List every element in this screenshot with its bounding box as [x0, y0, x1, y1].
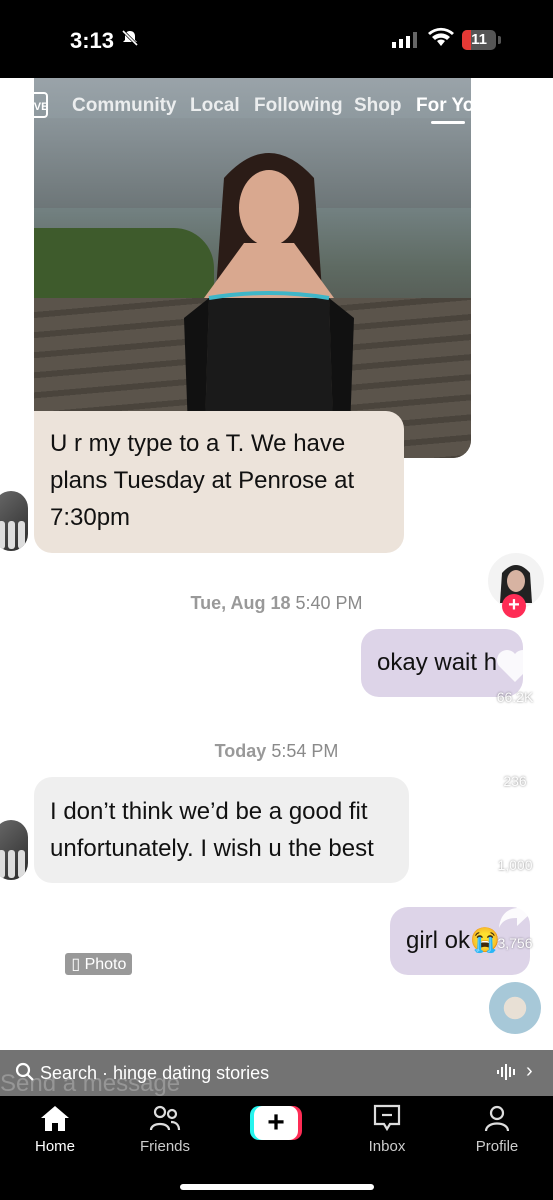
chevron-right-icon[interactable]: › — [526, 1060, 533, 1083]
save-button[interactable]: 1,000 — [485, 816, 545, 873]
woman-figure — [184, 153, 354, 458]
follow-button[interactable]: + — [502, 594, 526, 618]
wifi-icon — [428, 27, 454, 52]
heart-icon — [497, 650, 533, 682]
tab-local[interactable]: Local — [190, 95, 240, 117]
share-button[interactable]: 3,756 — [485, 898, 545, 951]
profile-photo — [34, 78, 471, 458]
message-bubble-received: I don’t think we’d be a good fit unfortu… — [34, 777, 409, 883]
tab-inbox[interactable]: Inbox — [337, 1104, 437, 1155]
comment-count: 236 — [503, 773, 527, 789]
comment-icon — [496, 733, 534, 770]
timestamp-time: 5:40 PM — [295, 593, 363, 613]
sender-avatar — [0, 491, 28, 551]
message-bubble-received: U r my type to a T. We have plans Tuesda… — [34, 411, 404, 553]
music-row[interactable]: ♫ Contains: Love Me Like... — [16, 1020, 225, 1040]
search-suggestion-text: Search · hinge dating stories — [40, 1063, 270, 1083]
tab-shop[interactable]: Shop — [354, 95, 402, 117]
status-time: 3:13 — [70, 28, 115, 53]
timestamp: Today 5:54 PM — [0, 741, 553, 762]
timestamp-time: 5:54 PM — [271, 741, 339, 761]
search-icon[interactable] — [505, 94, 531, 125]
post-caption: jules ▯ Photo ugh i miss him. #dating #hi… — [16, 953, 476, 1039]
music-note-icon: ♫ — [16, 1020, 34, 1039]
sound-wave-icon — [496, 1062, 520, 1087]
battery-tip — [498, 36, 501, 44]
active-tab-indicator — [431, 121, 465, 124]
timestamp-day: Tue, Aug 18 — [190, 593, 291, 613]
creator-username[interactable]: jules — [16, 955, 59, 976]
bookmark-icon — [502, 816, 528, 853]
save-count: 1,000 — [497, 857, 533, 873]
home-indicator — [180, 1184, 374, 1190]
timestamp: Tue, Aug 18 5:40 PM — [0, 593, 553, 614]
profile-icon — [484, 1105, 510, 1132]
share-arrow-icon — [499, 900, 531, 928]
tab-profile-label: Profile — [475, 1138, 519, 1155]
inbox-icon — [373, 1104, 401, 1132]
sound-disc[interactable] — [489, 982, 541, 1034]
like-count: 66.2K — [496, 689, 534, 705]
tab-friends-label: Friends — [139, 1138, 191, 1155]
share-count: 3,756 — [497, 935, 533, 951]
photo-tag: ▯ Photo — [65, 953, 133, 975]
home-icon — [41, 1106, 69, 1131]
post-image[interactable]: U r my type to a T. We have plans Tuesda… — [0, 78, 553, 1096]
sender-avatar — [0, 820, 28, 880]
caption-text[interactable]: ugh i miss him. #dating #hinge #soulmate — [16, 987, 347, 1008]
timestamp-day: Today — [214, 741, 267, 761]
create-button[interactable]: + — [250, 1106, 302, 1140]
bottom-tab-bar: Home Friends + Inbox Profile — [0, 1096, 553, 1200]
search-suggestion-bar[interactable]: Send a message Search · hinge dating sto… — [0, 1050, 553, 1097]
live-icon[interactable]: LIVE — [22, 92, 48, 118]
music-title: Contains: Love Me Like... — [33, 1020, 226, 1039]
status-bar: 3:13 11 — [0, 0, 553, 78]
tab-profile[interactable]: Profile — [447, 1104, 547, 1155]
photo-tag-icon: ▯ — [71, 956, 85, 973]
tab-following[interactable]: Following — [254, 95, 343, 117]
photo-tag-label: Photo — [84, 956, 127, 973]
cellular-signal-icon — [392, 32, 418, 53]
tab-inbox-label: Inbox — [368, 1138, 406, 1155]
comment-button[interactable]: 236 — [485, 732, 545, 789]
battery-level: 11 — [471, 31, 487, 48]
plus-icon: + — [254, 1106, 298, 1140]
bell-muted-icon — [121, 29, 139, 52]
tab-home-label: Home — [34, 1138, 75, 1155]
top-navigation: LIVE Community Local Following Shop For … — [0, 90, 553, 126]
battery-icon: 11 — [462, 30, 496, 50]
dots-icon[interactable] — [485, 486, 545, 523]
like-button[interactable]: 66.2K — [485, 648, 545, 705]
tab-community[interactable]: Community — [72, 95, 177, 117]
search-icon — [15, 1062, 35, 1087]
tab-friends[interactable]: Friends — [115, 1104, 215, 1155]
tab-for-you[interactable]: For You — [416, 95, 486, 117]
tab-home[interactable]: Home — [5, 1104, 105, 1155]
friends-icon — [149, 1105, 181, 1131]
